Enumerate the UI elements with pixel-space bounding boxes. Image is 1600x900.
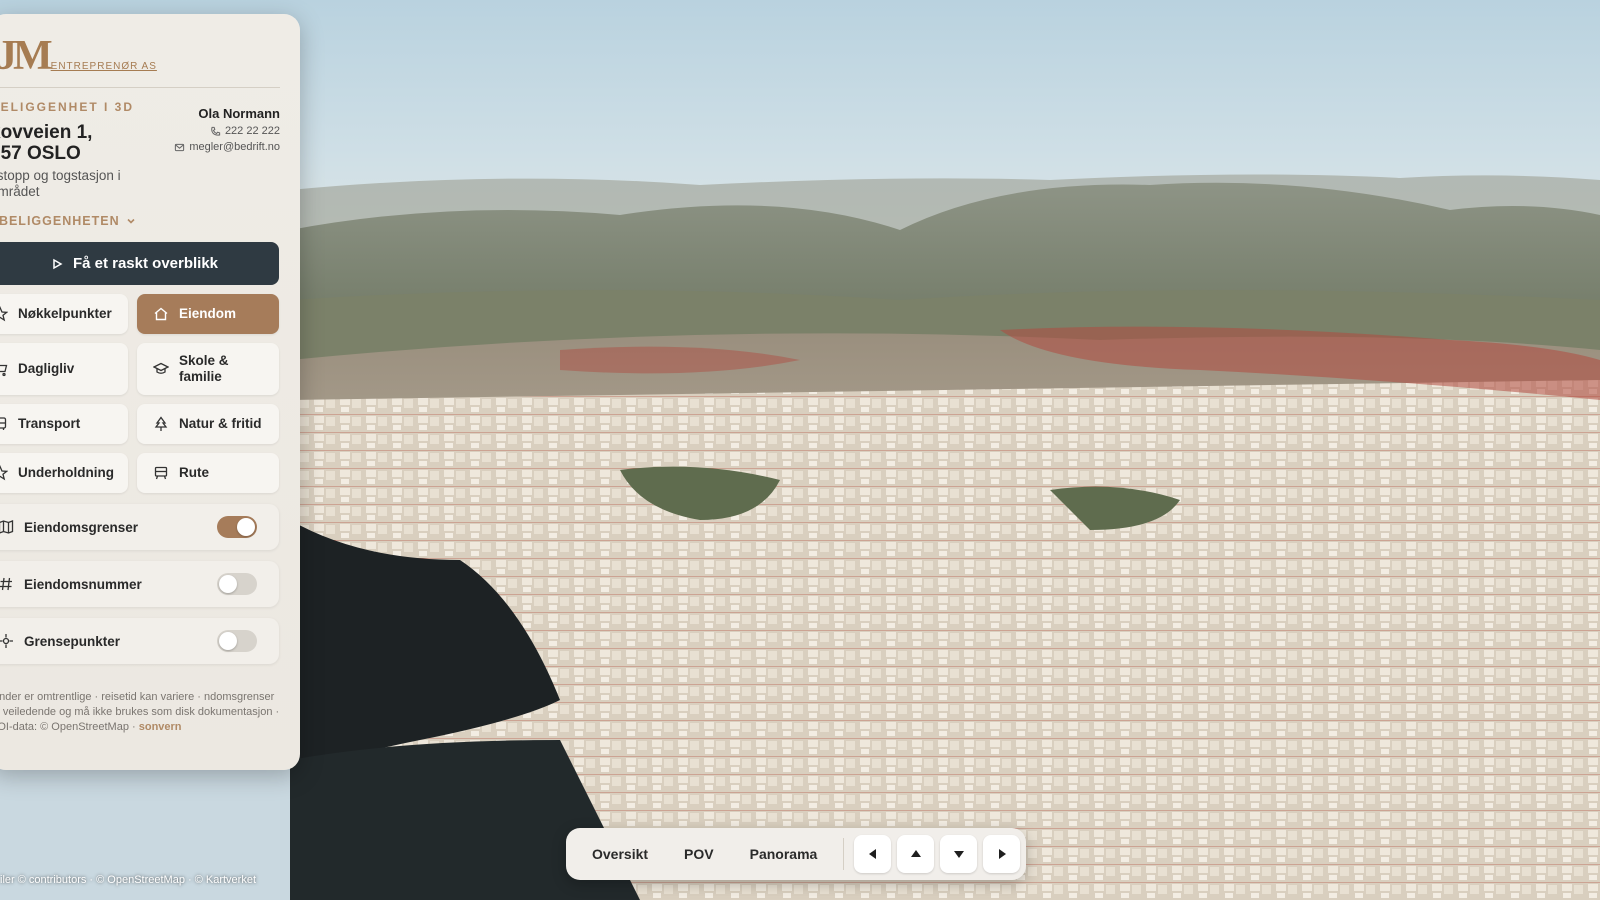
mail-icon: [175, 143, 185, 151]
category-label: Underholdning: [18, 465, 114, 480]
arrow-right-icon: [998, 849, 1006, 859]
about-location-toggle[interactable]: I BELIGGENHETEN: [0, 214, 136, 228]
category-label: Natur & fritid: [179, 416, 262, 431]
arrow-down-icon: [953, 851, 964, 858]
phone-icon: [211, 126, 221, 136]
category-label: Nøkkelpunkter: [18, 306, 112, 321]
camera-view-bar: Oversikt POV Panorama: [566, 828, 1026, 880]
about-location-label: I BELIGGENHETEN: [0, 214, 120, 228]
cart-icon: [0, 361, 8, 377]
section-eyebrow: BELIGGENHET I 3D: [0, 100, 135, 114]
toggle-row-grensepunkter: Grensepunkter: [0, 618, 279, 664]
category-underholdning[interactable]: Underholdning: [0, 453, 128, 493]
graduation-cap-icon: [153, 361, 169, 377]
home-icon: [153, 306, 169, 322]
switch-knob: [219, 632, 237, 650]
star-icon: [0, 465, 8, 481]
category-label: Dagligliv: [18, 361, 75, 376]
view-tab-oversikt[interactable]: Oversikt: [592, 846, 648, 862]
bus-icon: [0, 416, 8, 432]
arrow-up-icon: [910, 850, 921, 857]
agent-email-text: megler@bedrift.no: [189, 141, 280, 153]
tree-icon: [153, 416, 169, 432]
agent-phone[interactable]: 222 22 222: [174, 125, 280, 137]
info-panel: JM ENTREPRENØR AS BELIGGENHET I 3D kovve…: [0, 14, 300, 770]
tilt-down-button[interactable]: [940, 835, 978, 873]
rotate-right-button[interactable]: [983, 835, 1020, 873]
category-label: Skole & familie: [179, 353, 229, 384]
star-icon: [0, 306, 8, 322]
toggle-label: Grensepunkter: [24, 633, 121, 649]
view-tab-panorama[interactable]: Panorama: [750, 846, 818, 862]
category-dagligliv[interactable]: Dagligliv: [0, 343, 128, 395]
crosshair-icon: [0, 633, 14, 649]
route-icon: [153, 465, 169, 481]
toggle-label: Eiendomsgrenser: [24, 519, 139, 535]
toggle-label: Eiendomsnummer: [24, 576, 142, 592]
category-transport[interactable]: Transport: [0, 404, 128, 444]
map-attribution: iler © contributors · © OpenStreetMap · …: [0, 874, 257, 886]
eiendomsgrenser-switch[interactable]: [217, 516, 257, 538]
hash-icon: [0, 576, 14, 592]
arrow-left-icon: [868, 849, 876, 859]
agent-name: Ola Normann: [198, 106, 280, 121]
grensepunkter-switch[interactable]: [217, 630, 257, 652]
tilt-up-button[interactable]: [897, 835, 935, 873]
category-skole-familie[interactable]: Skole & familie: [137, 343, 279, 395]
logo-text: ENTREPRENØR AS: [50, 61, 157, 72]
quick-overview-button[interactable]: Få et raskt overblikk: [0, 242, 279, 285]
toggle-row-eiendomsnummer: Eiendomsnummer: [0, 561, 279, 607]
rotate-left-button[interactable]: [854, 835, 892, 873]
switch-knob: [237, 518, 255, 536]
view-tab-pov[interactable]: POV: [684, 846, 714, 862]
agent-contact: Ola Normann 222 22 222 megler@bedrift.no: [174, 106, 280, 153]
category-label: Eiendom: [179, 306, 237, 321]
toggle-row-eiendomsgrenser: Eiendomsgrenser: [0, 504, 279, 550]
category-nokkelpunkter[interactable]: Nøkkelpunkter: [0, 294, 128, 334]
header-divider: [0, 87, 280, 88]
property-description: sstopp og togstasjon i området: [0, 168, 121, 199]
play-icon: [53, 258, 63, 269]
category-label: Rute: [179, 465, 209, 480]
category-natur-fritid[interactable]: Natur & fritid: [137, 404, 279, 444]
logo-mark: JM: [0, 33, 53, 79]
privacy-link[interactable]: sonvern: [139, 721, 182, 733]
agent-phone-text: 222 22 222: [224, 125, 280, 137]
disclaimer-footnote: tander er omtrentlige · reisetid kan var…: [0, 690, 280, 735]
category-eiendom[interactable]: Eiendom: [137, 294, 279, 334]
eiendomsnummer-switch[interactable]: [217, 573, 257, 595]
agent-email[interactable]: megler@bedrift.no: [174, 141, 280, 153]
switch-knob: [219, 575, 237, 593]
map-icon: [0, 519, 14, 535]
category-rute[interactable]: Rute: [137, 453, 279, 493]
category-label: Transport: [18, 416, 81, 431]
viewbar-divider: [843, 838, 845, 870]
company-logo: JM ENTREPRENØR AS: [0, 32, 157, 79]
chevron-down-icon: [127, 218, 135, 224]
quick-overview-label: Få et raskt overblikk: [72, 255, 219, 272]
property-address: kovveien 1, 257 OSLO: [0, 122, 93, 164]
